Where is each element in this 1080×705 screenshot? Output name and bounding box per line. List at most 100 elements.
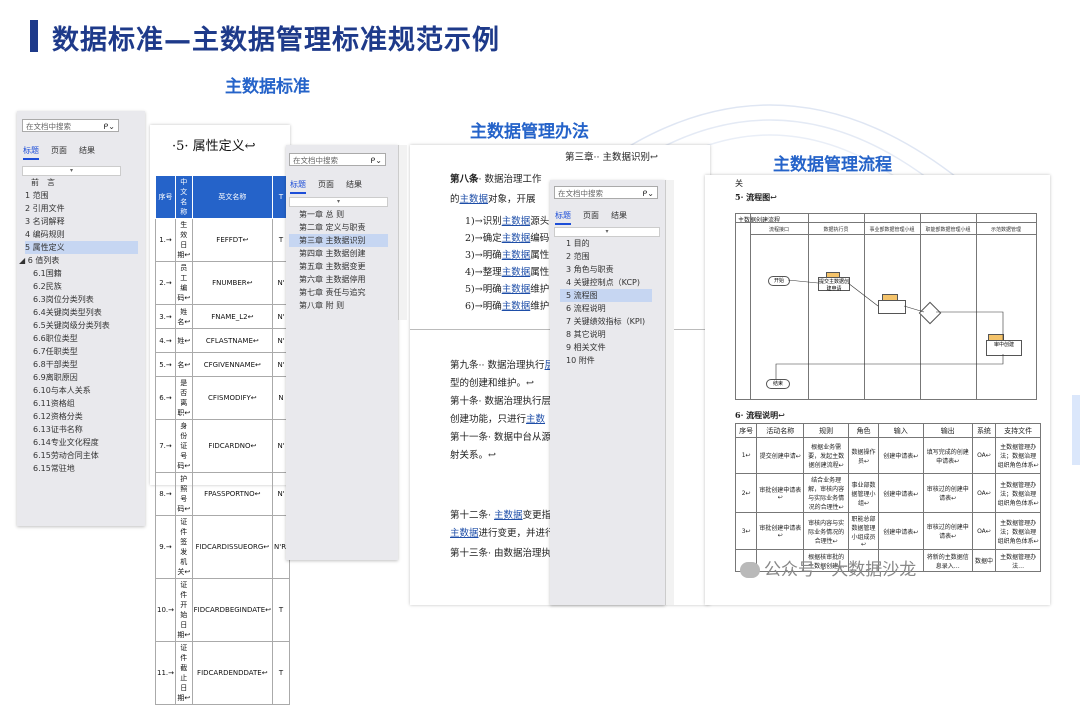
tab-pages[interactable]: 页面 [318, 179, 334, 194]
nav-item[interactable]: 4 编码规则 [25, 228, 138, 241]
list-link[interactable]: 主数据 [502, 267, 531, 278]
nav-item[interactable]: 前 言 [25, 176, 138, 189]
col-header: 输入 [877, 423, 924, 438]
table-cell: FIDCARDNO↩ [191, 419, 274, 473]
article-link[interactable]: 主数 [526, 414, 545, 425]
nav-item[interactable]: 3 名词解释 [25, 215, 138, 228]
nav-item[interactable]: 4 关键控制点（KCP) [560, 276, 652, 289]
nav-item[interactable]: 6.7任职类型 [25, 345, 138, 358]
nav-item[interactable]: ◢ 6 值列表 [19, 254, 138, 267]
nav-item[interactable]: 1 范围 [25, 189, 138, 202]
nav-item[interactable]: 第六章 主数据停用 [289, 273, 388, 286]
nav-item[interactable]: 6.4关键岗类型列表 [25, 306, 138, 319]
table-cell: 创建申请表↩ [877, 473, 924, 513]
nav-item[interactable]: 6.14专业文化程度 [25, 436, 138, 449]
nav-item[interactable]: 第八章 附 则 [289, 299, 388, 312]
list-link[interactable]: 主数据 [502, 250, 531, 261]
table-cell: OA↩ [971, 437, 997, 474]
table-cell: 主数据管理办法；数据治理组织角色体系↩ [995, 437, 1041, 474]
list-item: 6)→明确 [465, 301, 502, 312]
table-cell: 1.→ [155, 218, 176, 262]
tab-headings[interactable]: 标题 [290, 179, 306, 194]
nav-item[interactable]: 6.15劳动合同主体 [25, 449, 138, 462]
article-text: 变更指 [522, 510, 552, 521]
table-cell: 证件签发机关↩ [175, 515, 193, 579]
tab-results[interactable]: 结果 [79, 145, 95, 160]
nav-item[interactable]: 6.1国籍 [25, 267, 138, 280]
nav-item-selected[interactable]: 5 流程图 [560, 289, 652, 302]
list-link[interactable]: 主数据 [502, 284, 531, 295]
table-cell: 5.→ [155, 352, 176, 377]
nav-item[interactable]: 6.8干部类型 [25, 358, 138, 371]
nav-item[interactable]: 9 相关文件 [560, 341, 652, 354]
list-link[interactable]: 主数据 [502, 233, 531, 244]
nav-item[interactable]: 2 范围 [560, 250, 652, 263]
tab-results[interactable]: 结果 [346, 179, 362, 194]
nav-item[interactable]: 6.13证书名称 [25, 423, 138, 436]
nav-item[interactable]: 第四章 主数据创建 [289, 247, 388, 260]
list-link[interactable]: 主数据 [502, 301, 531, 312]
table-cell: 证件截止日期↩ [175, 641, 193, 705]
nav-item[interactable]: 1 目的 [560, 237, 652, 250]
nav-item[interactable]: 6.3岗位分类列表 [25, 293, 138, 306]
list-item: 5)→明确 [465, 284, 502, 295]
nav-item[interactable]: 7 关键绩效指标（KPI) [560, 315, 652, 328]
nav-search-input[interactable]: 在文档中搜索 ᑭ⌄ [22, 119, 119, 132]
nav-search-input[interactable]: 在文档中搜索 ᑭ⌄ [554, 186, 658, 199]
article-text: 对象，开展 [488, 194, 536, 205]
collapse-toggle[interactable]: ▾ [554, 227, 660, 237]
table-cell: 创建申请表↩ [877, 437, 924, 474]
col-header: 英文名称 [191, 175, 274, 219]
table-cell: 2.→ [155, 261, 176, 305]
search-icon: ᑭ⌄ [103, 122, 115, 131]
nav-tabs: 标题 页面 结果 [290, 179, 362, 194]
process-table: 序号 活动名称 规则 角色 输入 输出 系统 支持文件 1↩ 提交创建申请↩ 根据业… [734, 423, 1041, 572]
table-cell: 证件开始日期↩ [175, 578, 193, 642]
nav-item[interactable]: 6.6职位类型 [25, 332, 138, 345]
nav-item[interactable]: 3 角色与职责 [560, 263, 652, 276]
tab-results[interactable]: 结果 [611, 210, 627, 225]
table-cell: T [272, 641, 290, 705]
list-item: 源头 [530, 216, 550, 227]
table-cell: 结合业务理解，审核内容与实际业务情况的合理性↩ [803, 473, 850, 513]
nav-item[interactable]: 6.12资格分类 [25, 410, 138, 423]
nav-item-selected[interactable]: 第三章 主数据识别 [289, 234, 388, 247]
nav-item[interactable]: 第一章 总 则 [289, 208, 388, 221]
nav-item[interactable]: 6.2民族 [25, 280, 138, 293]
table-cell: OA↩ [971, 473, 997, 513]
nav-item[interactable]: 第七章 责任与追究 [289, 286, 388, 299]
nav-item[interactable]: 6.10与本人关系 [25, 384, 138, 397]
nav-item[interactable]: 6.5关键岗级分类列表 [25, 319, 138, 332]
table-cell: CFGIVENNAME↩ [191, 352, 274, 377]
table-cell: FIDCARDISSUEORG↩ [191, 515, 274, 579]
tab-headings[interactable]: 标题 [555, 210, 571, 225]
article-link[interactable]: 主数据 [450, 528, 479, 539]
table-cell: 创建申请表↩ [877, 512, 924, 550]
search-icon: ᑭ⌄ [642, 189, 654, 198]
article-link[interactable]: 主数据 [460, 194, 489, 205]
tab-headings[interactable]: 标题 [23, 145, 39, 160]
table-cell: 生效日期↩ [175, 218, 193, 262]
nav-search-input[interactable]: 在文档中搜索 ᑭ⌄ [289, 153, 386, 166]
collapse-toggle[interactable]: ▾ [22, 166, 121, 176]
nav-item[interactable]: 10 附件 [560, 354, 652, 367]
nav-item[interactable]: 8 其它说明 [560, 328, 652, 341]
nav-item[interactable]: 6 流程说明 [560, 302, 652, 315]
collapse-toggle[interactable]: ▾ [289, 197, 388, 207]
tab-pages[interactable]: 页面 [51, 145, 67, 160]
table-cell: 将新的主数据信息录入… [922, 549, 973, 572]
desc-heading: 6· 流程说明↩ [735, 410, 785, 420]
tab-pages[interactable]: 页面 [583, 210, 599, 225]
nav-item-selected[interactable]: 5 属性定义 [25, 241, 138, 254]
table-cell: FNAME_L2↩ [191, 304, 274, 329]
nav-item[interactable]: 第五章 主数据变更 [289, 260, 388, 273]
nav-item[interactable]: 2 引用文件 [25, 202, 138, 215]
nav-item[interactable]: 6.15常驻地 [25, 462, 138, 475]
standard-nav-pane: 在文档中搜索 ᑭ⌄ 标题 页面 结果 ▾ 前 言 1 范围 2 引用文件 3 名词… [17, 111, 145, 526]
article-link[interactable]: 主数据 [494, 510, 523, 521]
table-cell: FEFFDT↩ [191, 218, 274, 262]
nav-item[interactable]: 第二章 定义与职责 [289, 221, 388, 234]
list-link[interactable]: 主数据 [502, 216, 531, 227]
nav-item[interactable]: 6.9离职原因 [25, 371, 138, 384]
nav-item[interactable]: 6.11资格组 [25, 397, 138, 410]
